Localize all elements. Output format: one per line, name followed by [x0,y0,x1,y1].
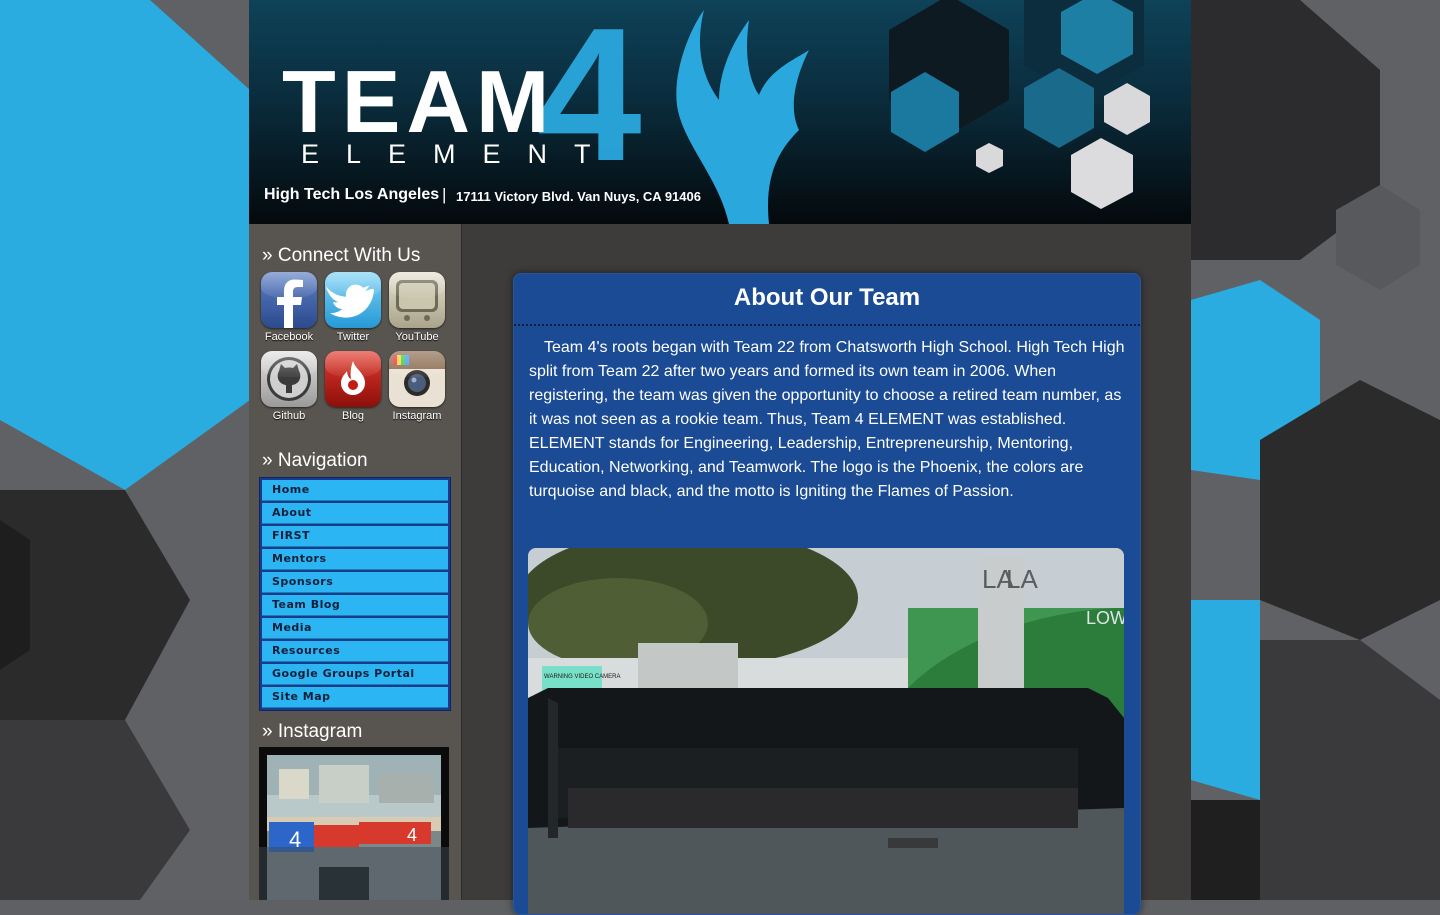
social-blog[interactable]: Blog [323,351,383,422]
nav-item-site-map[interactable]: Site Map [262,687,448,708]
social-label: Instagram [392,410,442,422]
photo-sign-la: LA [1006,564,1038,594]
page-title: About Our Team [733,284,921,311]
nav-item-about[interactable]: About [262,503,448,524]
photo-sign-warning: WARNING VIDEO CAMERA [544,674,620,680]
about-panel: About Our Team Team 4's roots began with… [513,273,1141,915]
instagram-icon[interactable] [389,351,445,407]
nav-item-media[interactable]: Media [262,618,448,639]
facebook-icon[interactable] [261,272,317,328]
instagram-photo-number: 4 [407,825,417,845]
social-label: Twitter [336,331,370,343]
title-divider [514,324,1140,326]
social-youtube[interactable]: YouTube [387,272,447,343]
instagram-photo-number: 4 [289,827,301,852]
logo-element-text: ELEMENT [301,139,618,169]
social-label: Blog [341,410,365,422]
logo-team-text: TEAM [282,52,556,151]
nav-item-mentors[interactable]: Mentors [262,549,448,570]
github-icon[interactable] [261,351,317,407]
site-banner[interactable]: 4 TEAM ELEMENT High Tech Los Angeles | 1… [249,0,1191,224]
photo-sign-low: LOW [1086,608,1124,628]
social-label: YouTube [395,331,439,343]
twitter-icon[interactable] [325,272,381,328]
page-wrapper: 4 TEAM ELEMENT High Tech Los Angeles | 1… [249,0,1191,915]
social-label: Facebook [264,331,314,343]
social-facebook[interactable]: Facebook [259,272,319,343]
banner-school-name: High Tech Los Angeles [264,186,440,203]
nav-item-team-blog[interactable]: Team Blog [262,595,448,616]
connect-heading: » Connect With Us [262,245,421,266]
navigation-heading: » Navigation [262,450,368,471]
banner-address: 17111 Victory Blvd. Van Nuys, CA 91406 [456,189,701,204]
nav-item-resources[interactable]: Resources [262,641,448,662]
instagram-photo[interactable]: 4 4 [259,747,449,900]
youtube-icon[interactable] [389,272,445,328]
nav-item-sponsors[interactable]: Sponsors [262,572,448,593]
social-label: Github [272,410,306,422]
about-text: Team 4's roots began with Team 22 from C… [529,339,1125,500]
instagram-heading: » Instagram [262,721,363,742]
sidebar: » Connect With Us Facebook Twitter YouTu… [249,224,462,900]
social-twitter[interactable]: Twitter [323,272,383,343]
banner-separator: | [442,185,447,204]
blog-icon[interactable] [325,351,381,407]
social-github[interactable]: Github [259,351,319,422]
nav-item-google-groups-portal[interactable]: Google Groups Portal [262,664,448,685]
social-instagram[interactable]: Instagram [387,351,447,422]
navigation-menu: Home About FIRST Mentors Sponsors Team B… [259,477,451,711]
team-photo[interactable]: LA LA LOW WARNING VIDEO CAMERA [528,548,1124,914]
nav-item-home[interactable]: Home [262,480,448,501]
nav-item-first[interactable]: FIRST [262,526,448,547]
